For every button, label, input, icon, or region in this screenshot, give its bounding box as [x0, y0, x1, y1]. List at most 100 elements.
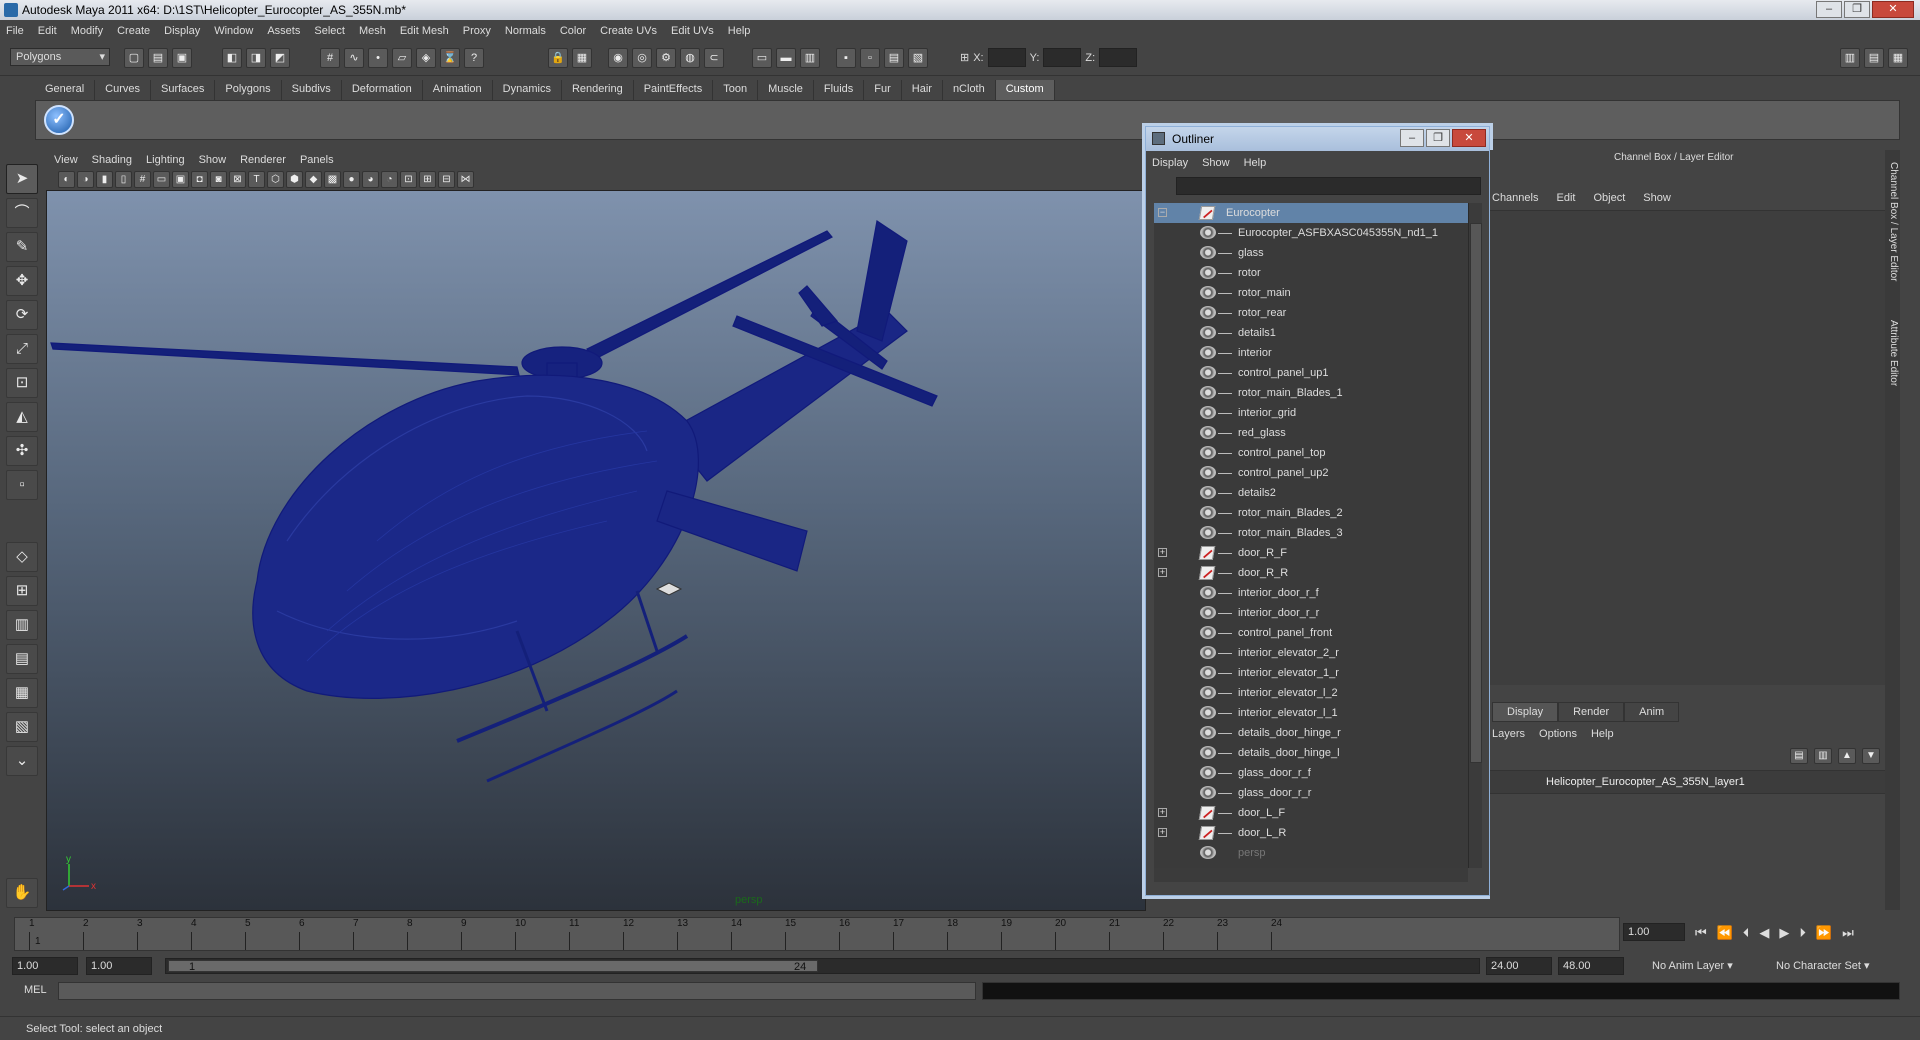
textured-icon[interactable]: ▩ [324, 171, 341, 188]
side-tab-attribute-editor[interactable]: Attribute Editor [1886, 320, 1899, 386]
frame-all-icon[interactable]: ⊞ [419, 171, 436, 188]
menu-set-dropdown[interactable]: Polygons ▾ [10, 48, 110, 66]
outliner-item[interactable]: glass_door_r_r [1154, 783, 1468, 803]
new-layer-icon[interactable]: ▤ [1790, 748, 1808, 764]
character-set-dropdown[interactable]: No Character Set ▾ [1772, 957, 1874, 975]
paint-select-tool-icon[interactable]: ✎ [6, 232, 38, 262]
go-to-end-icon[interactable]: ⏭ [1842, 925, 1854, 941]
outliner-item[interactable]: interior_elevator_1_r [1154, 663, 1468, 683]
menu-display[interactable]: Display [164, 25, 200, 37]
menu-proxy[interactable]: Proxy [463, 25, 491, 37]
playback-start-field[interactable]: 1.00 [86, 957, 152, 975]
toggle-channel-box-icon[interactable]: ▦ [1888, 48, 1908, 68]
gate-mask-icon[interactable]: ◘ [191, 171, 208, 188]
outliner-title-bar[interactable]: Outliner ‒ ❐ ✕ [1146, 127, 1489, 151]
hypershade-icon[interactable]: ◍ [680, 48, 700, 68]
lock-icon[interactable]: 🔒 [548, 48, 568, 68]
bookmark-icon[interactable]: ▮ [96, 171, 113, 188]
expand-icon[interactable]: + [1158, 548, 1167, 557]
layer-up-icon[interactable]: ▲ [1838, 748, 1856, 764]
expand-icon[interactable]: + [1158, 828, 1167, 837]
outliner-menu-show[interactable]: Show [1202, 157, 1230, 169]
layer-down-icon[interactable]: ▼ [1862, 748, 1880, 764]
layer-tab-render[interactable]: Render [1558, 702, 1625, 722]
snap-point-icon[interactable]: • [368, 48, 388, 68]
select-object-icon[interactable]: ◨ [246, 48, 266, 68]
menu-file[interactable]: File [6, 25, 24, 37]
shelf-tab-fluids[interactable]: Fluids [813, 80, 865, 100]
go-to-start-icon[interactable]: ⏮ [1695, 925, 1707, 941]
animation-start-field[interactable]: 1.00 [12, 957, 78, 975]
graph-editor-icon[interactable]: ▧ [908, 48, 928, 68]
menu-assets[interactable]: Assets [267, 25, 300, 37]
menu-color[interactable]: Color [560, 25, 586, 37]
render-settings-icon[interactable]: ⚙ [656, 48, 676, 68]
viewport-menu-show[interactable]: Show [199, 154, 227, 166]
shelf-tab-custom[interactable]: Custom [995, 80, 1055, 100]
outliner-item[interactable]: details2 [1154, 483, 1468, 503]
outliner-item[interactable]: Eurocopter_ASFBXASC045355N_nd1_1 [1154, 223, 1468, 243]
select-component-icon[interactable]: ◩ [270, 48, 290, 68]
layer-tab-anim[interactable]: Anim [1624, 702, 1680, 722]
play-forwards-icon[interactable]: ▶ [1779, 925, 1789, 941]
menu-edit-uvs[interactable]: Edit UVs [671, 25, 714, 37]
outliner-item[interactable]: interior_elevator_l_1 [1154, 703, 1468, 723]
outliner-item[interactable]: rotor_main_Blades_1 [1154, 383, 1468, 403]
layer-tab-display[interactable]: Display [1492, 702, 1559, 722]
channel-menu-channels[interactable]: Channels [1492, 192, 1538, 204]
outliner-item[interactable]: + door_L_F [1154, 803, 1468, 823]
shelf-tab-fur[interactable]: Fur [864, 80, 902, 100]
shelf-tab-muscle[interactable]: Muscle [758, 80, 814, 100]
wireframe-icon[interactable]: ⬡ [267, 171, 284, 188]
close-button[interactable]: ✕ [1872, 1, 1914, 18]
outliner-camera-item[interactable]: persp [1154, 843, 1468, 863]
new-scene-icon[interactable]: ▢ [124, 48, 144, 68]
outliner-item[interactable]: control_panel_up2 [1154, 463, 1468, 483]
frame-selection-icon[interactable]: ⊟ [438, 171, 455, 188]
checkmark-icon[interactable]: ✓ [44, 105, 74, 135]
outliner-item[interactable]: interior_grid [1154, 403, 1468, 423]
xray-icon[interactable]: ◔ [381, 171, 398, 188]
construction-history-icon[interactable]: ▦ [572, 48, 592, 68]
four-view-layout-icon[interactable]: ⊞ [6, 576, 38, 606]
shelf-tab-hair[interactable]: Hair [901, 80, 943, 100]
viewport-menu-view[interactable]: View [54, 154, 78, 166]
ipr-render-icon[interactable]: ◎ [632, 48, 652, 68]
help-icon[interactable]: ? [464, 48, 484, 68]
menu-normals[interactable]: Normals [505, 25, 546, 37]
layer-menu-help[interactable]: Help [1591, 728, 1614, 740]
step-forward-key-icon[interactable]: ⏩ [1816, 925, 1832, 941]
new-layer-selected-icon[interactable]: ▥ [1814, 748, 1832, 764]
outliner-item[interactable]: interior_elevator_l_2 [1154, 683, 1468, 703]
input-line-icon[interactable]: ▭ [752, 48, 772, 68]
outliner-item[interactable]: control_panel_up1 [1154, 363, 1468, 383]
toggle-attribute-editor-icon[interactable]: ▥ [1840, 48, 1860, 68]
outliner-item[interactable]: rotor_rear [1154, 303, 1468, 323]
rename-icon[interactable]: ▬ [776, 48, 796, 68]
shelf-tab-dynamics[interactable]: Dynamics [492, 80, 562, 100]
persp-outliner-layout-icon[interactable]: ▥ [6, 610, 38, 640]
y-field[interactable] [1043, 48, 1082, 67]
shadows-icon[interactable]: ◕ [362, 171, 379, 188]
play-backwards-icon[interactable]: ◀ [1759, 925, 1769, 941]
toggle-tool-settings-icon[interactable]: ▤ [1864, 48, 1884, 68]
outliner-icon[interactable]: ▤ [884, 48, 904, 68]
smooth-shade-icon[interactable]: ⬢ [286, 171, 303, 188]
shelf-tab-rendering[interactable]: Rendering [561, 80, 634, 100]
open-scene-icon[interactable]: ▤ [148, 48, 168, 68]
last-tool-icon[interactable]: ▫ [6, 470, 38, 500]
step-back-key-icon[interactable]: ⏪ [1717, 925, 1733, 941]
menu-window[interactable]: Window [214, 25, 253, 37]
outliner-filter-field[interactable] [1176, 177, 1481, 195]
menu-create-uvs[interactable]: Create UVs [600, 25, 657, 37]
save-scene-icon[interactable]: ▣ [172, 48, 192, 68]
menu-edit[interactable]: Edit [38, 25, 57, 37]
outliner-item[interactable]: interior_elevator_2_r [1154, 643, 1468, 663]
film-gate-icon[interactable]: ▭ [153, 171, 170, 188]
expand-icon[interactable]: + [1158, 568, 1167, 577]
outliner-menu-help[interactable]: Help [1244, 157, 1267, 169]
side-tab-channel-box[interactable]: Channel Box / Layer Editor [1886, 162, 1899, 282]
show-manipulator-icon[interactable]: ✣ [6, 436, 38, 466]
shelf-tab-ncloth[interactable]: nCloth [942, 80, 996, 100]
animation-end-field[interactable]: 48.00 [1558, 957, 1624, 975]
